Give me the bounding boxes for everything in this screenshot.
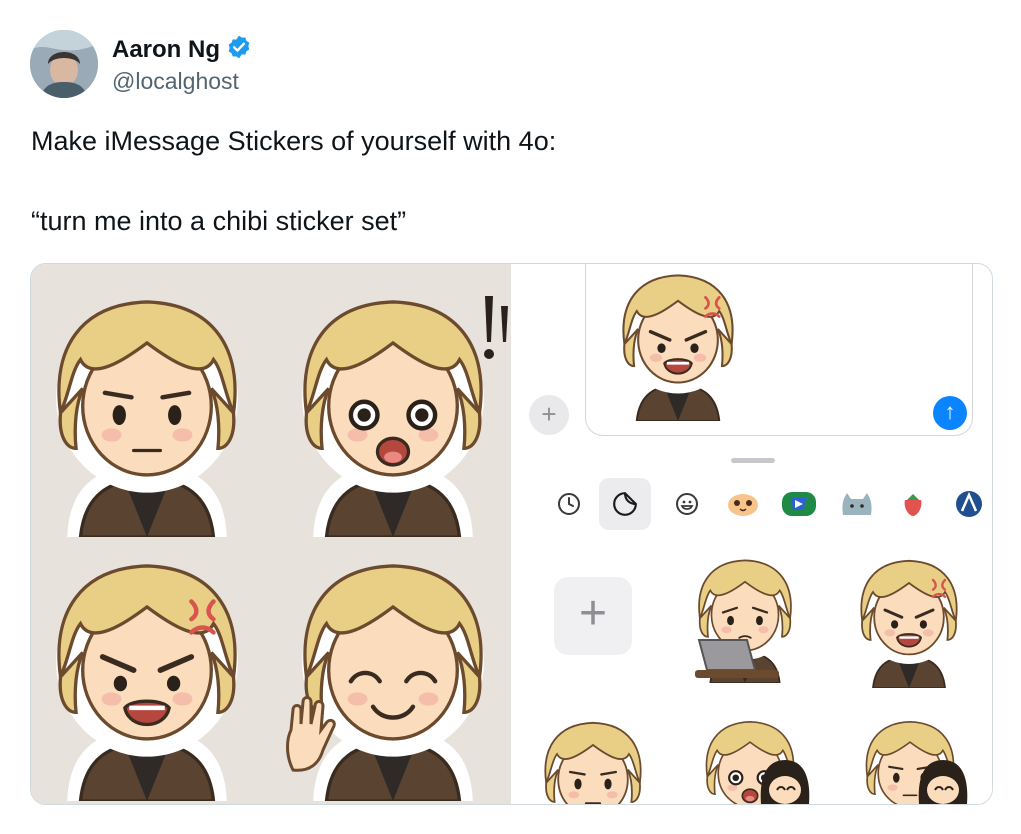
laptop-icon: [695, 639, 779, 678]
waving-hand-icon: [286, 696, 336, 772]
sticker-angry: [31, 546, 263, 801]
add-sticker-button[interactable]: +: [554, 577, 632, 655]
clock-icon[interactable]: [549, 484, 589, 524]
sticker-neutral: [31, 282, 263, 537]
companion-figure: [760, 760, 810, 804]
tweet-text-line-1: Make iMessage Stickers of yourself with …: [31, 126, 557, 156]
message-compose-field[interactable]: [585, 263, 973, 436]
sticker-angry-small[interactable]: [849, 550, 969, 688]
app-drawer-tabs: [529, 476, 992, 532]
app-icon-3[interactable]: [949, 484, 989, 524]
exclamation-icon: [484, 296, 508, 359]
sticker-sheet-image: [31, 264, 511, 804]
send-button[interactable]: ↑: [933, 396, 967, 430]
app-icon-1[interactable]: [723, 484, 763, 524]
author-name-row: Aaron Ng: [112, 34, 252, 65]
compose-sticker-angry: [608, 263, 748, 421]
sticker-icon[interactable]: [599, 478, 651, 530]
emoji-icon[interactable]: [667, 484, 707, 524]
avatar-photo: [30, 30, 98, 98]
cat-icon[interactable]: [837, 484, 877, 524]
imessage-panel: + ↑ +: [511, 264, 992, 804]
sheet-grabber[interactable]: [731, 458, 775, 463]
add-apps-button[interactable]: +: [529, 395, 569, 435]
display-name[interactable]: Aaron Ng: [112, 36, 220, 64]
author-handle[interactable]: @localghost: [112, 68, 239, 95]
verified-badge-icon: [226, 34, 252, 65]
tweet-text-line-2: “turn me into a chibi sticker set”: [31, 206, 407, 236]
sticker-neutral-small[interactable]: [533, 712, 653, 805]
app-icon-2[interactable]: [779, 484, 819, 524]
avatar[interactable]: [30, 30, 98, 98]
companion-figure-2: [918, 760, 968, 804]
strawberry-icon[interactable]: [893, 484, 933, 524]
tweet-media[interactable]: + ↑ +: [30, 263, 993, 805]
